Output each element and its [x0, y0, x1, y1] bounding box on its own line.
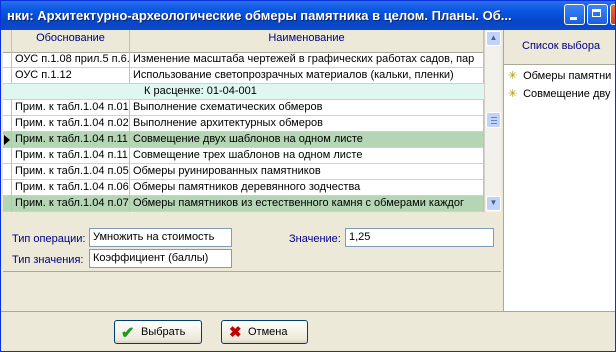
name-cell: Использование светопрозрачных материалов…: [130, 68, 484, 84]
selection-item-label: Совмещение дву: [523, 88, 611, 100]
selection-list-panel: Список выбора ✳ Обмеры памятни ✳ Совмеще…: [503, 30, 615, 311]
title-bar[interactable]: нки: Архитектурно-археологические обмеры…: [1, 1, 615, 30]
basis-cell: Прим. к табл.1.04 п.07: [12, 196, 130, 212]
value-type-label: Тип значения:: [12, 254, 84, 266]
name-cell: Обмеры памятников из естественного камня…: [130, 196, 484, 212]
select-button[interactable]: ✔ Выбрать: [114, 320, 202, 344]
name-cell: Изменение масштаба чертежей в графически…: [130, 52, 484, 68]
name-cell: Обмеры памятников деревянного зодчества: [130, 180, 484, 196]
name-cell: Выполнение схематических обмеров: [130, 100, 484, 116]
table-row[interactable]: Прим. к табл.1.04 п.11 Совмещение трех ш…: [3, 148, 484, 164]
value-label: Значение:: [289, 233, 341, 245]
form-divider: [3, 271, 501, 272]
star-icon: ✳: [508, 88, 518, 100]
row-indicator-cell: [3, 52, 12, 68]
section-row: К расценке: 01-04-001: [3, 84, 484, 100]
operation-type-field[interactable]: Умножить на стоимость: [89, 228, 232, 247]
row-indicator-cell: [3, 164, 12, 180]
table-row[interactable]: Прим. к табл.1.04 п.07 Обмеры памятников…: [3, 196, 484, 212]
cancel-button-label: Отмена: [248, 326, 288, 338]
basis-cell: Прим. к табл.1.04 п.01: [12, 100, 130, 116]
row-indicator-cell: [3, 148, 12, 164]
column-header-name[interactable]: Наименование: [130, 30, 484, 52]
thumb-grip-line: [491, 120, 497, 121]
maximize-icon: [592, 9, 601, 17]
selection-list-item[interactable]: ✳ Обмеры памятни: [508, 68, 611, 84]
row-indicator-cell: [3, 100, 12, 116]
selection-item-label: Обмеры памятни: [523, 70, 612, 82]
table-row[interactable]: Прим. к табл.1.04 п.02 Выполнение архите…: [3, 116, 484, 132]
table-row-current[interactable]: Прим. к табл.1.04 п.11 Совмещение двух ш…: [3, 132, 484, 148]
basis-cell: Прим. к табл.1.04 п.06: [12, 180, 130, 196]
selection-list-title: Список выбора: [522, 40, 601, 52]
close-button[interactable]: [610, 4, 615, 25]
basis-cell: Прим. к табл.1.04 п.05: [12, 164, 130, 180]
operation-type-label: Тип операции:: [12, 233, 86, 245]
basis-cell: ОУС п.1.12: [12, 68, 130, 84]
basis-cell: Прим. к табл.1.04 п.11: [12, 132, 130, 148]
operation-form: Тип операции: Умножить на стоимость Тип …: [3, 214, 501, 311]
scroll-up-button[interactable]: ▲: [486, 31, 501, 46]
selection-list-header: Список выбора: [504, 30, 615, 65]
star-icon: ✳: [508, 70, 518, 82]
row-indicator-cell: [3, 116, 12, 132]
cancel-button[interactable]: ✖ Отмена: [221, 320, 308, 344]
button-bar: ✔ Выбрать ✖ Отмена: [1, 311, 615, 351]
table-row[interactable]: Прим. к табл.1.04 п.06 Обмеры памятников…: [3, 180, 484, 196]
coefficients-grid[interactable]: Обоснование Наименование ОУС п.1.08 прил…: [3, 30, 484, 212]
name-cell: Совмещение двух шаблонов на одном листе: [130, 132, 484, 148]
table-row[interactable]: Прим. к табл.1.04 п.05 Обмеры руинирован…: [3, 164, 484, 180]
thumb-grip-line: [491, 123, 497, 124]
selection-list-item[interactable]: ✳ Совмещение дву: [508, 86, 610, 102]
table-row[interactable]: ОУС п.1.08 прил.5 п.6. Изменение масштаб…: [3, 52, 484, 68]
name-cell: Выполнение архитектурных обмеров: [130, 116, 484, 132]
row-indicator-cell: [3, 180, 12, 196]
scroll-down-button[interactable]: ▼: [486, 196, 501, 211]
basis-cell: Прим. к табл.1.04 п.11: [12, 148, 130, 164]
grid-header: Обоснование Наименование: [3, 30, 484, 53]
close-x-icon: ✖: [229, 324, 242, 341]
column-header-basis[interactable]: Обоснование: [12, 30, 130, 52]
thumb-grip-line: [491, 117, 497, 118]
row-indicator-cell: [3, 196, 12, 212]
dialog-window: нки: Архитектурно-археологические обмеры…: [0, 0, 616, 352]
header-indicator-cell: [3, 30, 12, 52]
minimize-icon: [570, 17, 577, 20]
value-type-field[interactable]: Коэффициент (баллы): [89, 249, 232, 268]
scroll-thumb[interactable]: [486, 112, 501, 128]
name-cell: Совмещение трех шаблонов на одном листе: [130, 148, 484, 164]
checkmark-icon: ✔: [121, 325, 135, 342]
minimize-button[interactable]: [564, 4, 585, 25]
table-row[interactable]: ОУС п.1.12 Использование светопрозрачных…: [3, 68, 484, 84]
row-indicator-cell: [3, 132, 12, 148]
current-row-arrow-icon: [4, 135, 10, 145]
table-row[interactable]: Прим. к табл.1.04 п.01 Выполнение схемат…: [3, 100, 484, 116]
row-indicator-cell: [3, 68, 12, 84]
value-field[interactable]: 1,25: [345, 228, 494, 247]
section-label: К расценке: 01-04-001: [144, 85, 257, 97]
window-title: нки: Архитектурно-археологические обмеры…: [7, 8, 512, 23]
basis-cell: Прим. к табл.1.04 п.02: [12, 116, 130, 132]
basis-cell: ОУС п.1.08 прил.5 п.6.: [12, 52, 130, 68]
name-cell: Обмеры руинированных памятников: [130, 164, 484, 180]
select-button-label: Выбрать: [141, 326, 186, 338]
maximize-button[interactable]: [587, 4, 608, 25]
grid-vertical-scrollbar[interactable]: ▲ ▼: [484, 30, 501, 212]
